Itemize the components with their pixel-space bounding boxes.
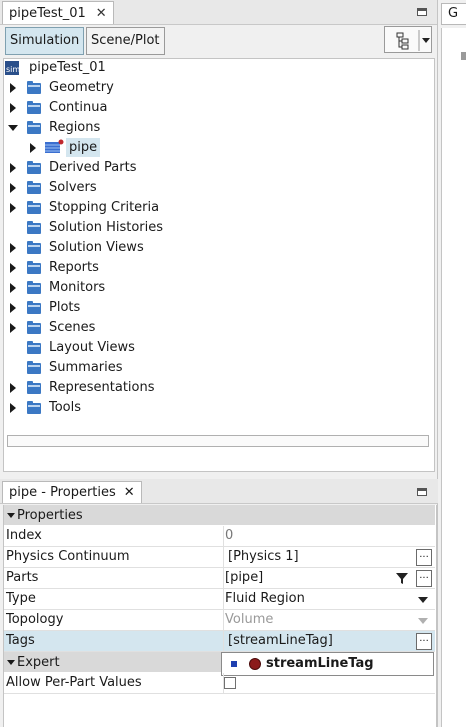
expand-arrow-icon[interactable] (10, 103, 16, 113)
folder-icon (27, 401, 41, 414)
expand-arrow-icon[interactable] (30, 143, 36, 153)
expand-arrow-icon[interactable] (10, 203, 16, 213)
expand-arrow-icon[interactable] (10, 323, 16, 333)
property-row-physics-continuum[interactable]: Physics Continuum [Physics 1] ... (4, 547, 435, 568)
expand-arrow-icon[interactable] (10, 383, 16, 393)
svg-text:sim: sim (6, 65, 19, 74)
region-icon (45, 139, 64, 153)
simulation-file-icon: sim (5, 61, 19, 75)
tab-pipe-properties[interactable]: pipe - Properties ✕ (2, 481, 142, 503)
allow-per-part-checkbox[interactable] (224, 677, 236, 689)
collapse-arrow-icon[interactable] (7, 659, 15, 665)
folder-icon (27, 161, 41, 174)
dropdown-arrow-icon (418, 618, 428, 624)
dropdown-arrow-icon[interactable] (418, 597, 428, 603)
right-panel (441, 28, 466, 727)
expand-arrow-icon[interactable] (10, 403, 16, 413)
tree-structure-icon (396, 30, 430, 51)
property-row-type[interactable]: Type Fluid Region (4, 589, 435, 610)
folder-icon (27, 361, 41, 374)
expand-arrow-icon[interactable] (10, 263, 16, 273)
tree-view-button[interactable] (384, 26, 432, 53)
tab-pipetest[interactable]: pipeTest_01 ✕ (2, 1, 114, 24)
property-row-allow-per-part-values[interactable]: Allow Per-Part Values (4, 673, 435, 694)
expand-arrow-icon[interactable] (10, 283, 16, 293)
section-expert[interactable]: Expert (4, 652, 221, 672)
ellipsis-button[interactable]: ... (416, 633, 432, 650)
column-divider (223, 547, 224, 568)
tab-graphics[interactable]: G (441, 3, 466, 25)
tab-label: pipeTest_01 (9, 5, 86, 21)
folder-icon (27, 381, 41, 394)
folder-icon (27, 121, 41, 134)
folder-icon (27, 221, 41, 234)
tag-popup-label[interactable]: streamLineTag (266, 656, 374, 671)
close-icon[interactable]: ✕ (96, 6, 107, 21)
expand-arrow-icon[interactable] (10, 243, 16, 253)
right-scroll-marker (461, 52, 466, 60)
bullet-icon (231, 661, 237, 667)
folder-icon (27, 301, 41, 314)
section-properties[interactable]: Properties (4, 505, 435, 525)
folder-icon (27, 261, 41, 274)
folder-icon (27, 341, 41, 354)
tag-icon (249, 658, 261, 670)
scene-plot-tab-button[interactable]: Scene/Plot (86, 27, 165, 55)
tree-root-label: pipeTest_01 (29, 60, 106, 75)
horizontal-scrollbar[interactable] (7, 435, 429, 447)
folder-icon (27, 181, 41, 194)
expand-arrow-icon[interactable] (10, 163, 16, 173)
folder-icon (27, 101, 41, 114)
property-row-parts[interactable]: Parts [pipe] ... (4, 568, 435, 589)
folder-icon (27, 241, 41, 254)
folder-icon (27, 201, 41, 214)
minimize-icon[interactable] (417, 8, 427, 16)
expand-arrow-icon[interactable] (10, 183, 16, 193)
simulation-tab-button[interactable]: Simulation (5, 27, 85, 55)
folder-icon (27, 281, 41, 294)
folder-icon (27, 321, 41, 334)
properties-tab-label: pipe - Properties (9, 485, 116, 500)
collapse-arrow-icon[interactable] (7, 512, 15, 518)
close-icon[interactable]: ✕ (124, 485, 135, 500)
tree-item-pipe-label: pipe (66, 138, 101, 157)
expand-arrow-icon[interactable] (10, 303, 16, 313)
folder-icon (27, 81, 41, 94)
column-divider (223, 526, 224, 547)
minimize-icon[interactable] (417, 488, 427, 496)
ellipsis-button[interactable]: ... (416, 570, 432, 587)
filter-icon[interactable] (394, 570, 410, 586)
column-divider (223, 610, 224, 631)
column-divider (223, 631, 224, 652)
column-divider (223, 589, 224, 610)
property-row-tags[interactable]: Tags [streamLineTag] ... (4, 631, 435, 652)
collapse-arrow-icon[interactable] (8, 125, 18, 131)
property-row-topology: Topology Volume (4, 610, 435, 631)
expand-arrow-icon[interactable] (10, 83, 16, 93)
property-row-index[interactable]: Index 0 (4, 526, 435, 547)
column-divider (223, 568, 224, 589)
ellipsis-button[interactable]: ... (416, 549, 432, 566)
